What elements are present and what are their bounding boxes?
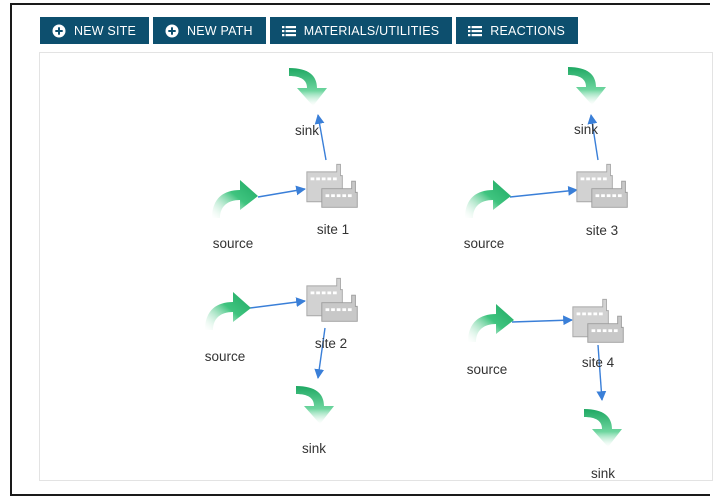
network-graph: site 1 site 2 site 3 site 4 source sourc… [205, 67, 628, 481]
source-node[interactable]: source [464, 180, 511, 251]
sink-arrow-icon [584, 409, 622, 447]
source-label: source [467, 362, 508, 377]
sink-arrow-icon [568, 67, 606, 105]
edge[interactable] [511, 315, 573, 326]
factory-icon [572, 298, 624, 343]
source-arrow-icon [205, 292, 251, 330]
sink-arrow-icon [296, 386, 334, 424]
source-label: source [213, 236, 254, 251]
sink-arrow-icon [289, 68, 327, 106]
sink-label: sink [295, 123, 319, 138]
sink-node[interactable]: sink [296, 386, 334, 456]
site-label: site 4 [582, 355, 615, 370]
edge[interactable] [314, 114, 327, 161]
source-node[interactable]: source [467, 304, 514, 377]
source-label: source [464, 236, 505, 251]
site-label: site 3 [586, 223, 618, 238]
factory-icon [306, 277, 358, 322]
edge[interactable] [509, 186, 578, 198]
sink-node[interactable]: sink [584, 409, 622, 481]
site-node[interactable]: site 3 [576, 163, 628, 238]
sink-label: sink [302, 441, 326, 456]
site-node[interactable]: site 2 [306, 277, 358, 351]
source-label: source [205, 349, 246, 364]
sink-label: sink [591, 466, 615, 481]
sink-node[interactable]: sink [289, 68, 327, 138]
edge[interactable] [596, 344, 607, 401]
site-node[interactable]: site 4 [572, 298, 624, 370]
source-arrow-icon [468, 304, 514, 342]
edge[interactable] [249, 297, 306, 309]
site-label: site 2 [315, 336, 347, 351]
source-arrow-icon [465, 180, 511, 218]
factory-icon [576, 163, 628, 208]
source-node[interactable]: source [205, 292, 251, 364]
site-label: site 1 [317, 222, 349, 237]
factory-icon [306, 163, 358, 208]
edge[interactable] [257, 185, 306, 198]
sink-node[interactable]: sink [568, 67, 606, 137]
site-node[interactable]: site 1 [306, 163, 358, 237]
source-arrow-icon [212, 180, 258, 218]
sink-label: sink [574, 122, 598, 137]
source-node[interactable]: source [212, 180, 258, 251]
